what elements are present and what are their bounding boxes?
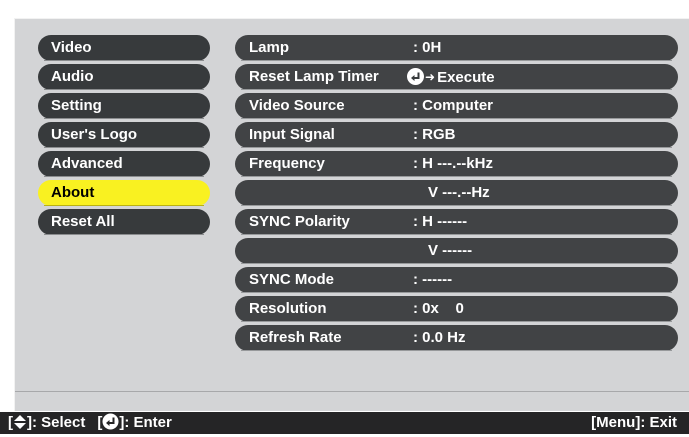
menu-item-label: Reset All bbox=[51, 213, 115, 230]
sync-polarity-h-value: : H ------ bbox=[413, 213, 468, 230]
video-source-label: Video Source bbox=[249, 97, 345, 114]
menu-item-label: Advanced bbox=[51, 155, 123, 172]
reset-lamp-timer-label: Reset Lamp Timer bbox=[249, 68, 379, 85]
info-row-resolution: Resolution : 0x 0 bbox=[235, 296, 678, 322]
menu-item-advanced[interactable]: Advanced bbox=[38, 151, 210, 177]
input-signal-label: Input Signal bbox=[249, 126, 335, 143]
menu-item-users-logo[interactable]: User's Logo bbox=[38, 122, 210, 148]
info-row-input-signal: Input Signal : RGB bbox=[235, 122, 678, 148]
info-row-frequency-v: V ---.--Hz bbox=[235, 180, 678, 206]
sync-mode-label: SYNC Mode bbox=[249, 271, 335, 288]
info-row-frequency: Frequency : H ---.--kHz bbox=[235, 151, 678, 177]
info-row-refresh-rate: Refresh Rate : 0.0 Hz bbox=[235, 325, 678, 351]
video-source-value: : Computer bbox=[413, 97, 493, 114]
projector-menu-screen: Video Audio Setting User's Logo Advanced… bbox=[0, 0, 689, 434]
reset-lamp-timer-action[interactable]: ➜ Execute bbox=[403, 64, 495, 91]
enter-icon bbox=[407, 68, 424, 85]
menu-item-reset-all[interactable]: Reset All bbox=[38, 209, 210, 235]
lamp-value: : 0H bbox=[413, 39, 442, 56]
refresh-rate-value: : 0.0 Hz bbox=[413, 329, 466, 346]
sync-mode-value: : ------ bbox=[413, 271, 453, 288]
input-signal-value: : RGB bbox=[413, 126, 456, 143]
frequency-h-value: : H ---.--kHz bbox=[413, 155, 493, 172]
exit-hint: [Menu]: Exit bbox=[591, 414, 677, 431]
info-row-lamp: Lamp : 0H bbox=[235, 35, 678, 61]
info-row-reset-lamp-timer[interactable]: Reset Lamp Timer ➜ Execute bbox=[235, 64, 678, 90]
enter-hint: ]: Enter bbox=[119, 414, 172, 431]
frequency-v-value: V ---.--Hz bbox=[428, 184, 490, 201]
menu-item-setting[interactable]: Setting bbox=[38, 93, 210, 119]
panel-divider bbox=[15, 391, 689, 392]
select-hint: ]: Select bbox=[27, 414, 86, 431]
menu-item-about[interactable]: About bbox=[38, 180, 210, 206]
sync-polarity-v-value: V ------ bbox=[428, 242, 473, 259]
about-info-list: Lamp : 0H Reset Lamp Timer ➜ Execute Vide… bbox=[235, 35, 678, 354]
menu-item-label: User's Logo bbox=[51, 126, 138, 143]
menu-item-label: About bbox=[51, 184, 95, 201]
menu-item-video[interactable]: Video bbox=[38, 35, 210, 61]
info-row-sync-mode: SYNC Mode : ------ bbox=[235, 267, 678, 293]
menu-item-label: Audio bbox=[51, 68, 94, 85]
sync-polarity-label: SYNC Polarity bbox=[249, 213, 350, 230]
info-row-sync-polarity: SYNC Polarity : H ------ bbox=[235, 209, 678, 235]
resolution-value: : 0x 0 bbox=[413, 300, 464, 317]
menu-item-label: Video bbox=[51, 39, 92, 56]
navigation-hints: []: Select[]: Enter bbox=[8, 412, 172, 437]
enter-icon bbox=[102, 413, 119, 437]
frequency-label: Frequency bbox=[249, 155, 325, 172]
menu-item-audio[interactable]: Audio bbox=[38, 64, 210, 90]
execute-label: Execute bbox=[437, 69, 495, 86]
lamp-label: Lamp bbox=[249, 39, 290, 56]
main-menu: Video Audio Setting User's Logo Advanced… bbox=[38, 35, 210, 238]
menu-item-label: Setting bbox=[51, 97, 102, 114]
status-bar: []: Select[]: Enter [Menu]: Exit bbox=[0, 412, 689, 434]
refresh-rate-label: Refresh Rate bbox=[249, 329, 342, 346]
arrow-right-icon: ➜ bbox=[425, 70, 436, 84]
info-row-video-source: Video Source : Computer bbox=[235, 93, 678, 119]
info-row-sync-polarity-v: V ------ bbox=[235, 238, 678, 264]
resolution-label: Resolution bbox=[249, 300, 327, 317]
